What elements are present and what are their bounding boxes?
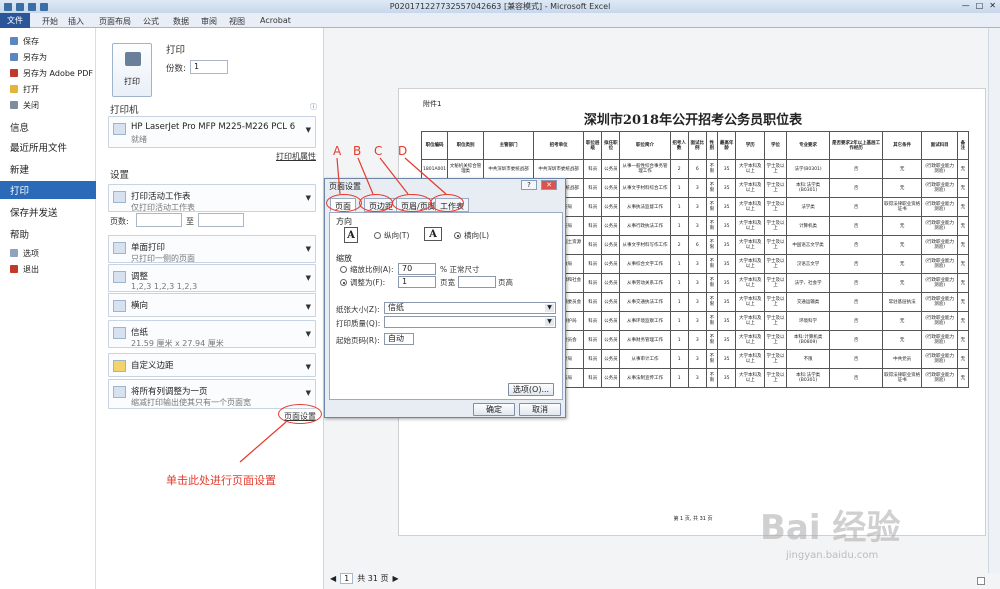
- arrow-page-setup: [239, 421, 287, 463]
- arrow-a: [336, 157, 341, 195]
- next-page-icon[interactable]: ▶: [393, 574, 399, 583]
- arrow-b: [357, 157, 374, 195]
- arrow-d: [404, 157, 447, 195]
- zoom-to-page-icon[interactable]: [977, 577, 985, 585]
- page-total: 共 31 页: [357, 574, 389, 583]
- baidu-watermark: Bai 经验: [760, 508, 901, 548]
- watermark-url: jingyan.baidu.com: [786, 550, 879, 561]
- page-number-input[interactable]: 1: [340, 573, 354, 584]
- prev-page-icon[interactable]: ◀: [330, 574, 336, 583]
- arrow-c: [379, 157, 409, 195]
- annotation-caption: 单击此处进行页面设置: [166, 474, 276, 487]
- page-navigator: ◀ 1 共 31 页 ▶: [330, 573, 399, 584]
